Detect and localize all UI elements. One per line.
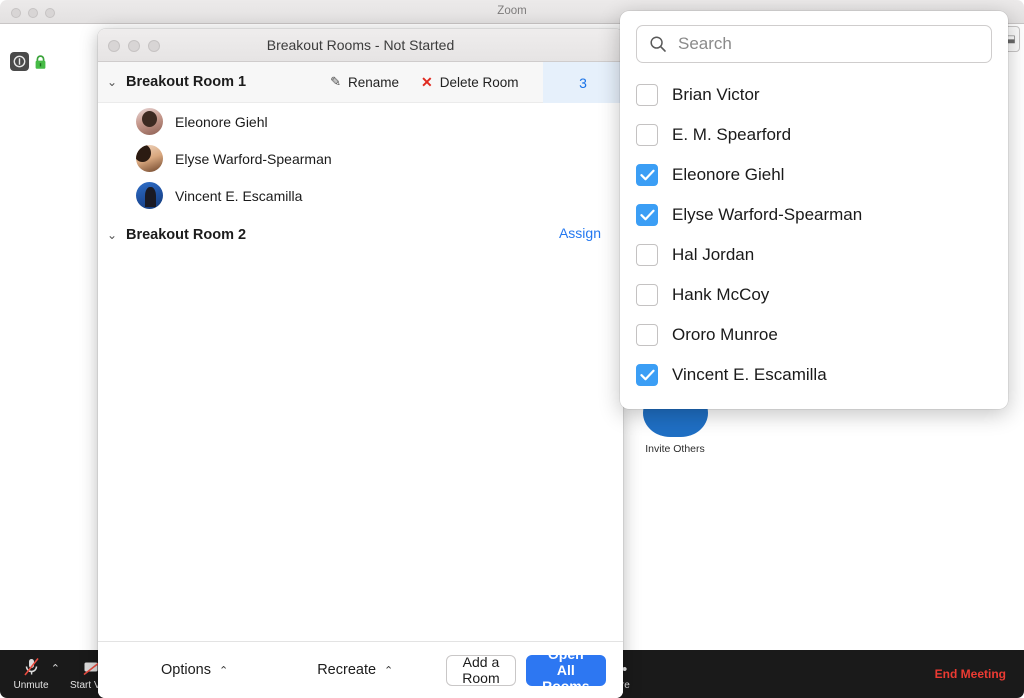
avatar [136,182,163,209]
search-placeholder: Search [678,34,732,54]
assign-row[interactable]: Hank McCoy [636,275,992,315]
participant-checkbox[interactable] [636,124,658,146]
avatar [136,145,163,172]
delete-room-label: Delete Room [440,75,519,90]
participant-checkbox[interactable] [636,364,658,386]
checkmark-icon [640,169,655,181]
participant-checkbox[interactable] [636,324,658,346]
search-input[interactable]: Search [636,25,992,63]
room-participant-row[interactable]: Eleonore Giehl [98,103,623,140]
assign-participants-panel: Search Brian Victor E. M. Spearford Eleo… [620,11,1008,409]
toolbar-item-unmute[interactable]: Unmute ⌃ [0,650,62,698]
assign-participant-name: Hank McCoy [672,285,769,305]
rename-label: Rename [348,75,399,90]
assign-participant-name: Hal Jordan [672,245,754,265]
participant-name: Elyse Warford-Spearman [175,151,332,167]
end-meeting-button[interactable]: End Meeting [935,650,1024,698]
breakout-dialog-titlebar: Breakout Rooms - Not Started [98,29,623,62]
meeting-info-icon[interactable] [10,52,29,71]
participant-checkbox[interactable] [636,284,658,306]
assign-participant-name: Elyse Warford-Spearman [672,205,862,225]
x-close-icon: ✕ [421,74,433,91]
chevron-down-icon[interactable]: ⌄ [98,75,126,89]
participant-checkbox[interactable] [636,204,658,226]
assign-participant-name: E. M. Spearford [672,125,791,145]
checkmark-icon [640,209,655,221]
checkmark-icon [640,369,655,381]
open-all-rooms-button[interactable]: Open All Rooms [526,655,606,686]
assign-link[interactable]: Assign [559,225,601,241]
participant-name: Eleonore Giehl [175,114,268,130]
assign-row[interactable]: Elyse Warford-Spearman [636,195,992,235]
breakout-rooms-dialog: Breakout Rooms - Not Started ⌄ Breakout … [98,29,623,698]
avatar [136,108,163,135]
room-header-2[interactable]: ⌄ Breakout Room 2 Assign [98,214,623,255]
assign-row[interactable]: Hal Jordan [636,235,992,275]
chevron-up-icon[interactable]: ⌃ [51,662,60,675]
room-participant-count: 3 [543,62,623,103]
assign-row[interactable]: Brian Victor [636,75,992,115]
toolbar-spacer-right [649,650,934,698]
assign-row[interactable]: Vincent E. Escamilla [636,355,992,395]
assign-participant-name: Brian Victor [672,85,760,105]
screen-root: Zoom [0,0,1024,698]
chevron-up-icon-options: ⌃ [219,664,228,677]
chevron-down-icon-2[interactable]: ⌄ [98,228,126,242]
breakout-dialog-footer: Options ⌃ Recreate ⌃ Add a Room Open All… [98,641,623,698]
room-header-1[interactable]: ⌄ Breakout Room 1 ✎ Rename ✕ Delete Room… [98,62,623,103]
room-name-1: Breakout Room 1 [126,74,246,90]
rename-room-button[interactable]: ✎ Rename [330,74,399,90]
assign-participant-name: Vincent E. Escamilla [672,365,827,385]
room-name-2: Breakout Room 2 [126,227,246,243]
room-actions-1: ✎ Rename ✕ Delete Room [330,74,518,91]
room-participant-row[interactable]: Elyse Warford-Spearman [98,140,623,177]
assign-row[interactable]: Eleonore Giehl [636,155,992,195]
encryption-lock-icon[interactable] [34,54,47,70]
assign-participant-list: Brian Victor E. M. Spearford Eleonore Gi… [636,75,992,395]
mic-muted-icon [23,657,40,677]
participant-checkbox[interactable] [636,84,658,106]
recreate-label: Recreate [317,662,376,678]
participant-checkbox[interactable] [636,244,658,266]
invite-others-label: Invite Others [640,443,710,455]
options-label: Options [161,662,211,678]
assign-participant-name: Eleonore Giehl [672,165,784,185]
participant-checkbox[interactable] [636,164,658,186]
toolbar-label-unmute: Unmute [13,680,48,691]
breakout-rooms-list: ⌄ Breakout Room 1 ✎ Rename ✕ Delete Room… [98,62,623,641]
assign-participant-name: Ororo Munroe [672,325,778,345]
recreate-menu-button[interactable]: Recreate ⌃ [317,662,393,678]
search-icon [649,35,667,53]
assign-row[interactable]: Ororo Munroe [636,315,992,355]
pencil-icon: ✎ [330,74,341,90]
participant-name: Vincent E. Escamilla [175,188,302,204]
breakout-dialog-title: Breakout Rooms - Not Started [98,37,623,53]
add-a-room-button[interactable]: Add a Room [446,655,515,686]
meeting-info-badges [10,52,47,71]
room-participant-row[interactable]: Vincent E. Escamilla [98,177,623,214]
options-menu-button[interactable]: Options ⌃ [161,662,228,678]
delete-room-button[interactable]: ✕ Delete Room [421,74,519,91]
assign-row[interactable]: E. M. Spearford [636,115,992,155]
chevron-up-icon-recreate: ⌃ [384,664,393,677]
